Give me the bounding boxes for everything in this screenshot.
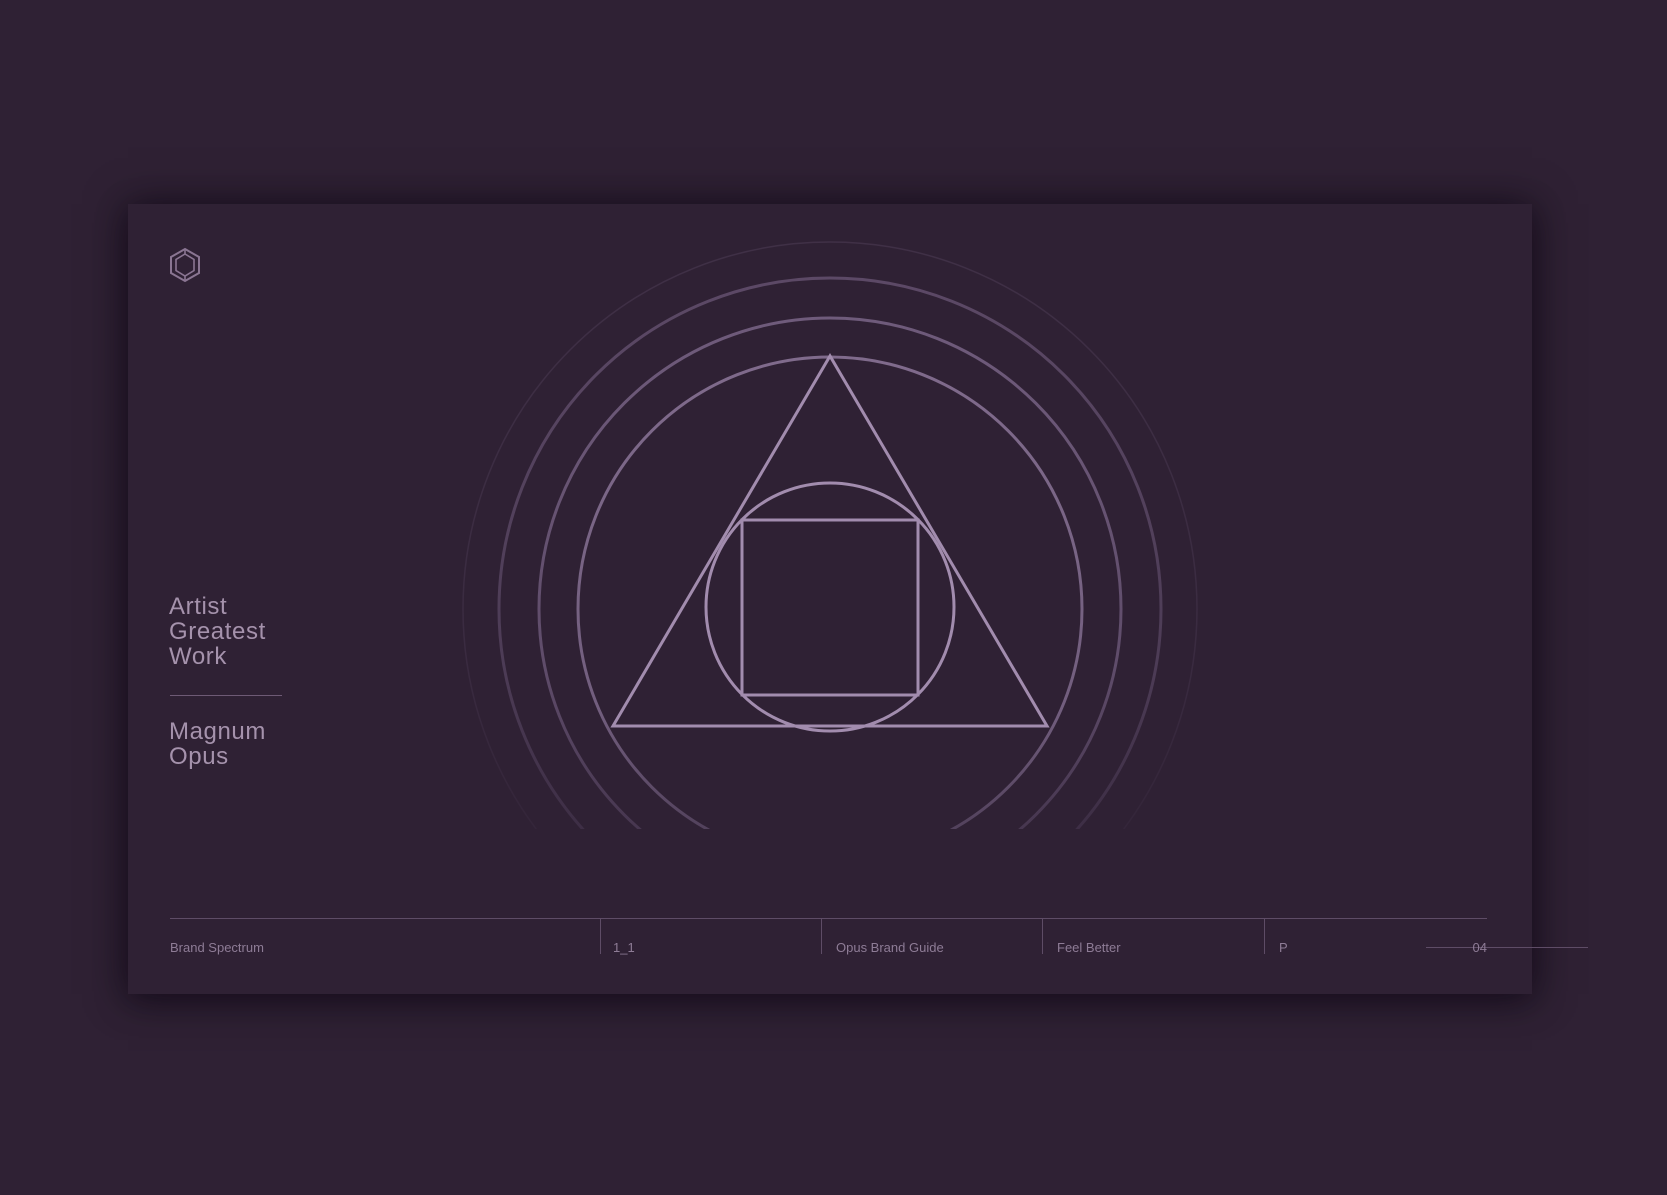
title-line: Greatest: [169, 618, 266, 645]
footer-code-label: 1_1: [613, 940, 635, 955]
brand-slide: Artist Greatest Work Magnum Opus Brand S…: [128, 204, 1588, 994]
slide-subtitle: Magnum Opus: [169, 719, 266, 769]
footer-document-label: Opus Brand Guide: [836, 940, 944, 955]
footer-bar: Brand Spectrum 1_1 Opus Brand Guide Feel…: [170, 918, 1588, 959]
outer-ring-4: [462, 241, 1198, 829]
geometric-emblem-icon: [462, 241, 1198, 829]
footer-section-label: Brand Spectrum: [170, 940, 264, 955]
footer-divider: [821, 919, 822, 954]
main-circle: [576, 355, 1084, 829]
footer-page-number: 04: [1441, 919, 1487, 955]
title-line: Work: [169, 643, 227, 670]
title-line: Artist: [169, 593, 228, 620]
title-divider: [170, 695, 282, 696]
outer-ring-2: [537, 316, 1123, 829]
subtitle-line: Magnum: [169, 718, 266, 745]
footer-divider: [1042, 919, 1043, 954]
hexagon-logo-icon: [170, 247, 200, 283]
footer-divider: [600, 919, 601, 954]
outer-ring-3: [497, 276, 1163, 829]
page-number: 04: [1472, 940, 1487, 955]
footer-divider: [1264, 919, 1265, 954]
footer-tagline-label: Feel Better: [1057, 940, 1121, 955]
page-prefix: P: [1279, 940, 1288, 955]
slide-title: Artist Greatest Work: [169, 594, 266, 669]
subtitle-line: Opus: [169, 743, 229, 770]
inner-square: [740, 518, 920, 697]
triangle: [610, 353, 1050, 728]
